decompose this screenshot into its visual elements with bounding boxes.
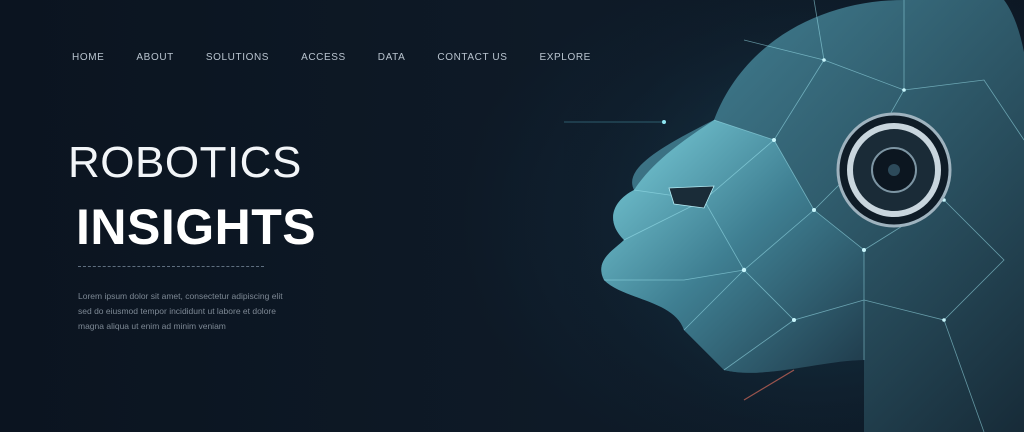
nav-item-data[interactable]: DATA (378, 52, 406, 63)
nav-item-about[interactable]: ABOUT (136, 52, 173, 63)
nav-item-contact[interactable]: CONTACT US (437, 52, 507, 63)
nav-item-solutions[interactable]: SOLUTIONS (206, 52, 269, 63)
nav-item-access[interactable]: ACCESS (301, 52, 346, 63)
robot-head-icon (564, 0, 1024, 432)
nav-item-home[interactable]: HOME (72, 52, 104, 63)
hero-description-line: magna aliqua ut enim ad minim veniam (78, 321, 226, 331)
hero-divider (78, 266, 264, 267)
hero-title-line2: INSIGHTS (76, 199, 317, 255)
hero-description-line: sed do eiusmod tempor incididunt ut labo… (78, 306, 276, 316)
hero-description-line: Lorem ipsum dolor sit amet, consectetur … (78, 291, 283, 301)
top-navigation: HOME ABOUT SOLUTIONS ACCESS DATA CONTACT… (72, 52, 591, 63)
hero-title-line1: ROBOTICS (68, 138, 302, 187)
hero-description: Lorem ipsum dolor sit amet, consectetur … (78, 289, 358, 334)
